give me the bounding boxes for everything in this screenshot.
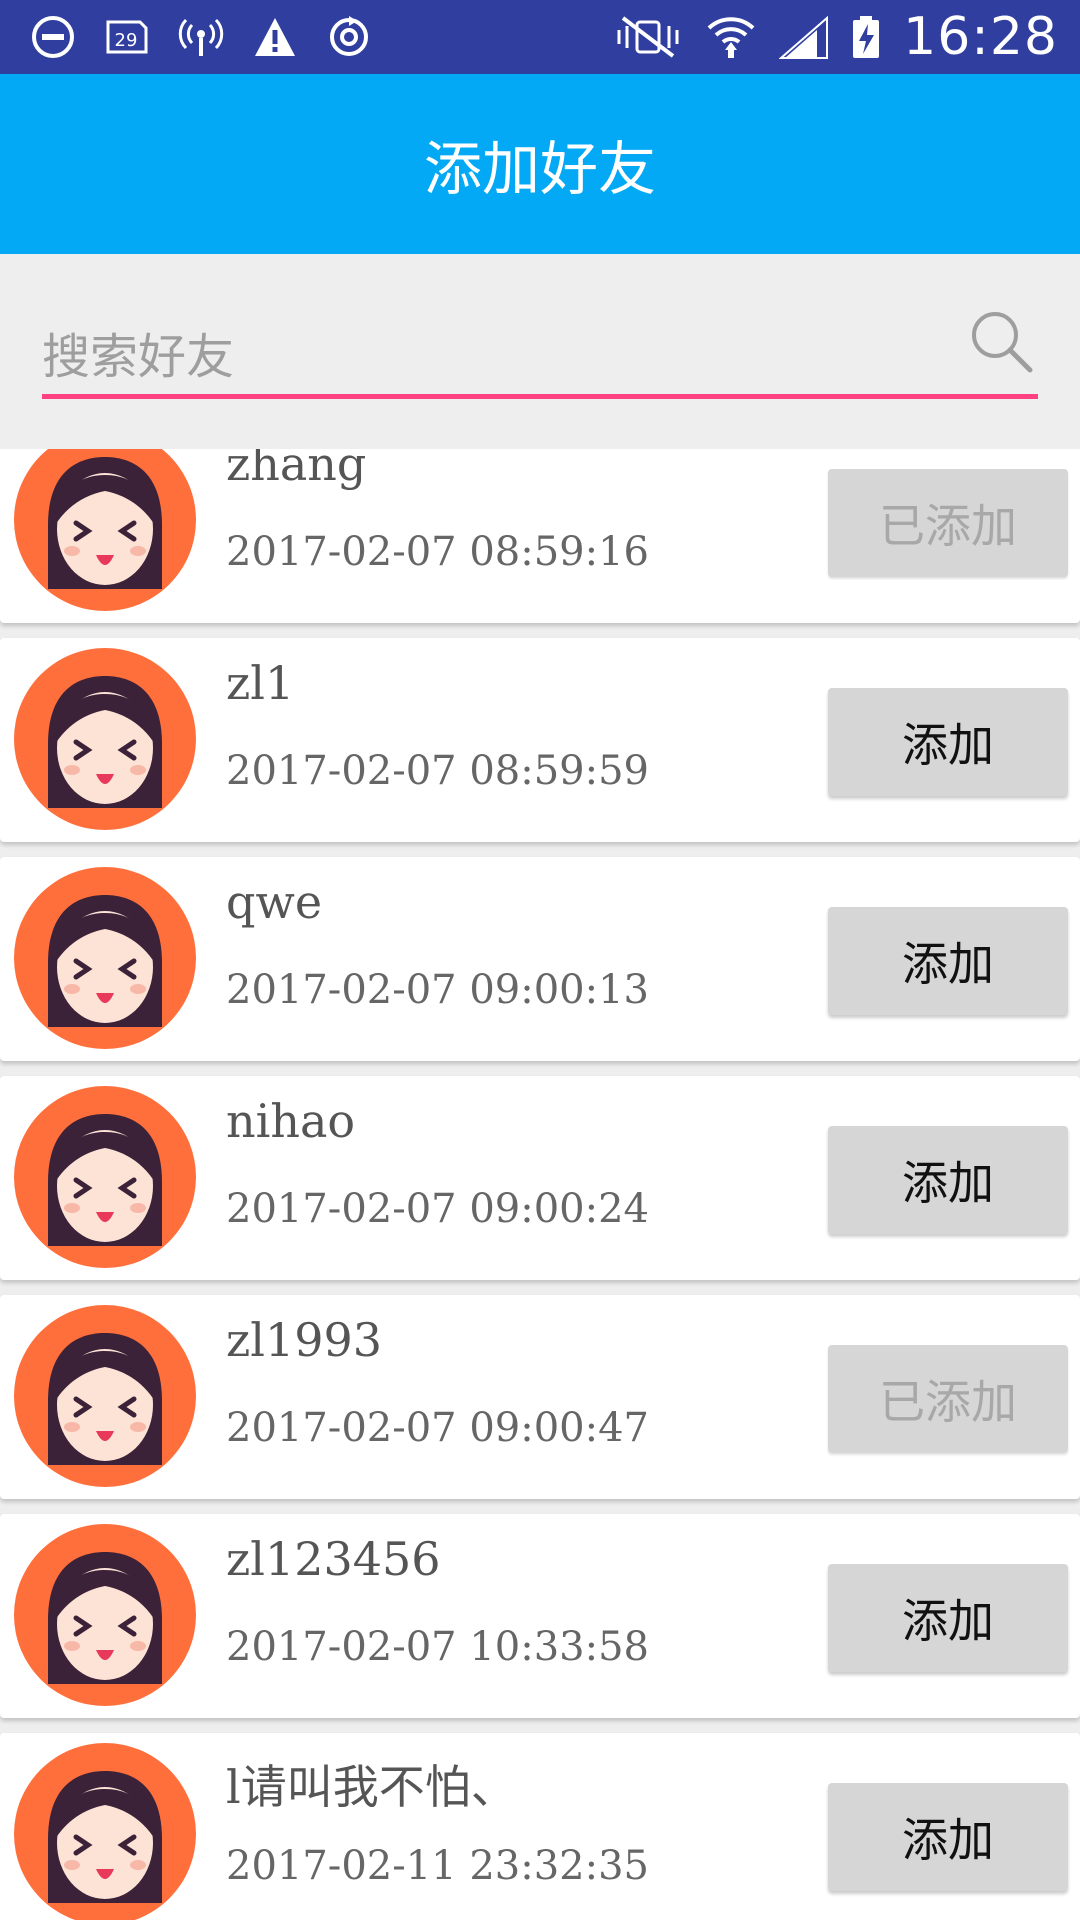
search-icon[interactable] (968, 308, 1034, 374)
friend-name: zl1993 (226, 1313, 383, 1367)
avatar-icon (14, 1524, 196, 1706)
friend-timestamp: 2017-02-07 09:00:13 (226, 967, 649, 1013)
friend-name: zl123456 (226, 1532, 441, 1586)
friend-name: qwe (226, 875, 323, 929)
add-friend-button[interactable]: 添加 (828, 688, 1068, 796)
search-underline (42, 394, 1038, 399)
add-friend-button[interactable]: 添加 (828, 907, 1068, 1015)
already-added-button[interactable]: 已添加 (828, 469, 1068, 577)
friend-timestamp: 2017-02-07 09:00:47 (226, 1405, 649, 1451)
add-friend-button[interactable]: 添加 (828, 1783, 1068, 1891)
already-added-button[interactable]: 已添加 (828, 1345, 1068, 1453)
friend-name: zhang (226, 449, 367, 491)
page-title: 添加好友 (423, 135, 656, 203)
friend-list-item[interactable]: zl1 2017-02-07 08:59:59 添加 (0, 638, 1080, 842)
battery-charging-icon (853, 16, 880, 58)
friend-name: nihao (226, 1094, 356, 1148)
avatar-icon (14, 1086, 196, 1268)
avatar-icon (14, 1743, 196, 1920)
sim-number: 29 (115, 30, 138, 51)
friend-list-item[interactable]: zl1993 2017-02-07 09:00:47 已添加 (0, 1295, 1080, 1499)
avatar-icon (14, 449, 196, 611)
friend-name: l请叫我不怕、 (226, 1760, 517, 1814)
friend-name: zl1 (226, 656, 295, 710)
sim-29-icon: 29 (106, 20, 148, 54)
friend-timestamp: 2017-02-11 23:32:35 (226, 1843, 649, 1889)
vibrate-mute-icon (617, 16, 679, 58)
warning-icon (255, 18, 295, 56)
friend-timestamp: 2017-02-07 08:59:16 (226, 529, 649, 575)
avatar-icon (14, 648, 196, 830)
friend-timestamp: 2017-02-07 08:59:59 (226, 748, 649, 794)
avatar-icon (14, 1305, 196, 1487)
sync-icon (330, 16, 368, 56)
friend-list-item[interactable]: qwe 2017-02-07 09:00:13 添加 (0, 857, 1080, 1061)
friend-list-item[interactable]: l请叫我不怕、 2017-02-11 23:32:35 添加 (0, 1733, 1080, 1920)
avatar-icon (14, 867, 196, 1049)
add-friend-button[interactable]: 添加 (828, 1564, 1068, 1672)
add-friend-button[interactable]: 添加 (828, 1126, 1068, 1234)
friend-timestamp: 2017-02-07 09:00:24 (226, 1186, 649, 1232)
search-input[interactable] (42, 322, 942, 392)
friend-list-item[interactable]: zl123456 2017-02-07 10:33:58 添加 (0, 1514, 1080, 1718)
search-area (0, 254, 1080, 449)
minus-circle-icon (32, 16, 74, 58)
status-bar-left: 29 (30, 10, 372, 64)
hotspot-icon (178, 18, 224, 56)
wifi-icon (707, 17, 755, 58)
friend-list-item[interactable]: nihao 2017-02-07 09:00:24 添加 (0, 1076, 1080, 1280)
status-bar-right: 16:28 (613, 6, 1058, 68)
status-time: 16:28 (903, 7, 1058, 67)
status-bar: 29 16:28 (0, 0, 1080, 74)
friend-list: zhang 2017-02-07 08:59:16 已添加 zl1 2017-0… (0, 449, 1080, 1920)
friend-timestamp: 2017-02-07 10:33:58 (226, 1624, 649, 1670)
app-bar: 添加好友 (0, 74, 1080, 254)
friend-list-item[interactable]: zhang 2017-02-07 08:59:16 已添加 (0, 449, 1080, 623)
signal-icon (779, 15, 829, 59)
